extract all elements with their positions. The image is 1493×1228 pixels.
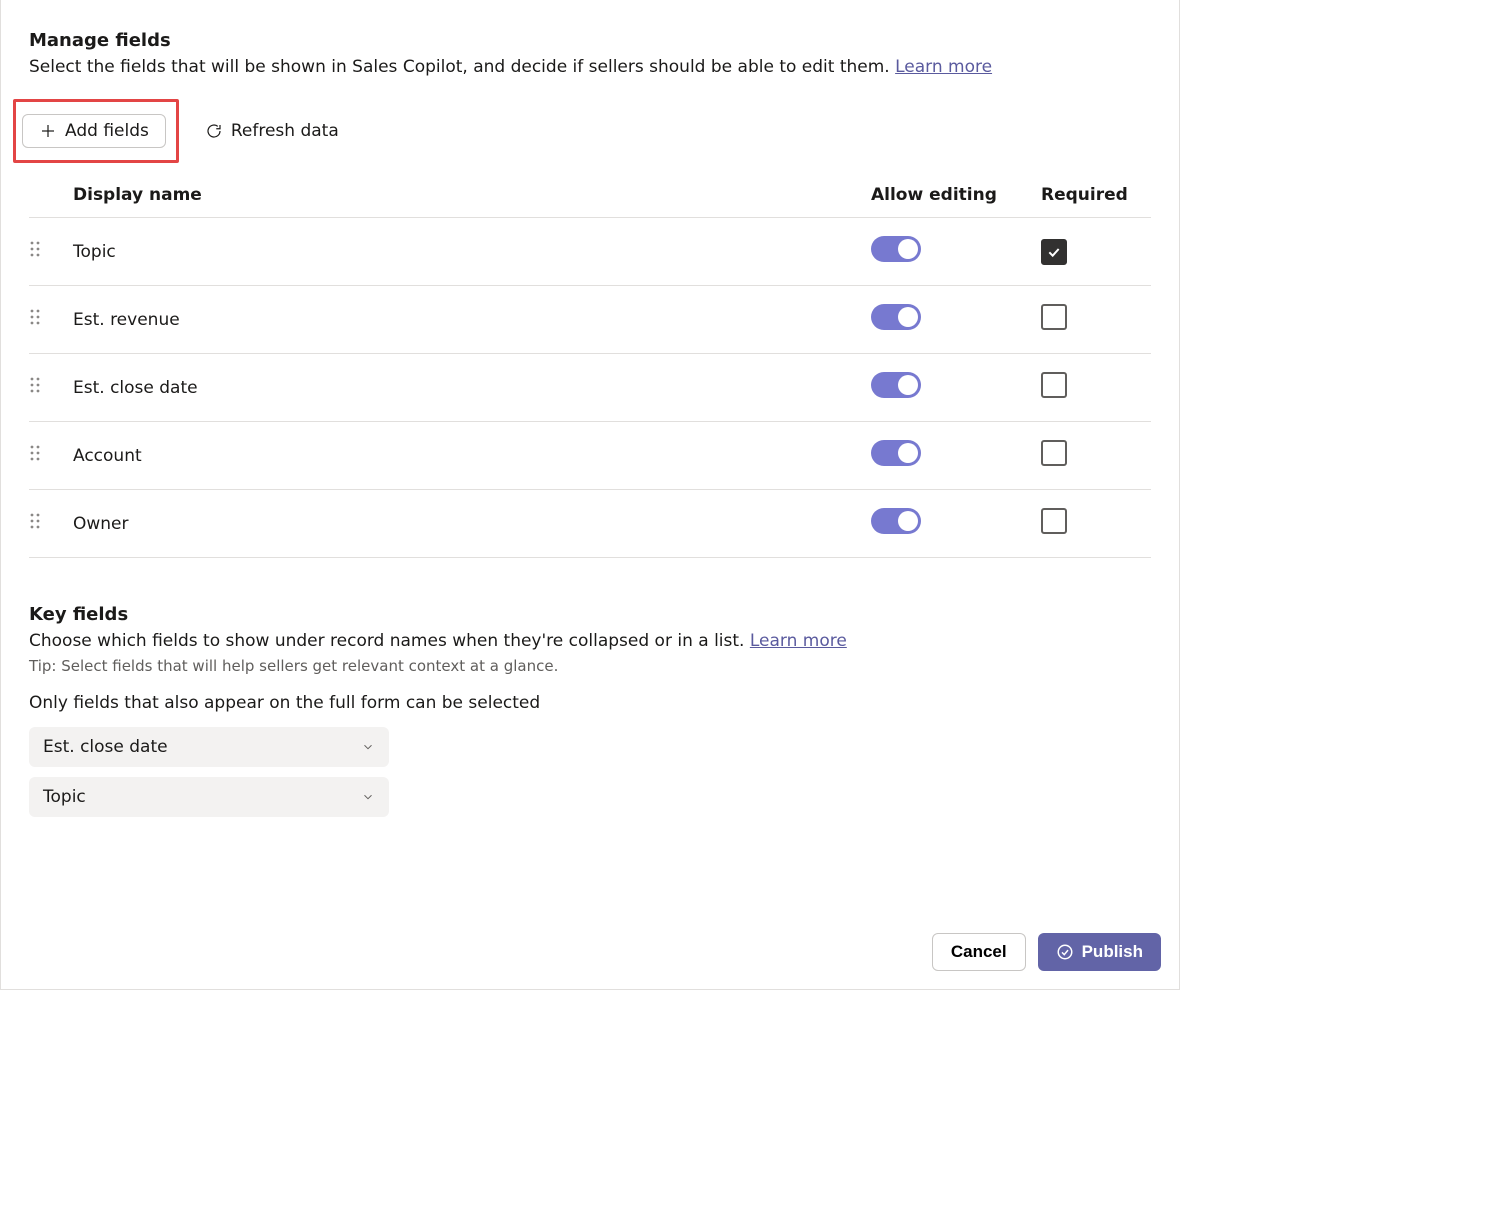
drag-handle-icon[interactable] xyxy=(29,239,41,259)
key-fields-note: Only fields that also appear on the full… xyxy=(29,693,1151,713)
key-field-select-value: Topic xyxy=(43,787,86,807)
manage-fields-panel: Manage fields Select the fields that wil… xyxy=(0,0,1180,990)
add-fields-highlight: Add fields xyxy=(13,99,179,163)
plus-icon xyxy=(39,122,57,140)
learn-more-link[interactable]: Learn more xyxy=(895,57,992,77)
field-name: Owner xyxy=(73,490,871,558)
key-fields-section: Key fields Choose which fields to show u… xyxy=(29,604,1151,817)
manage-fields-title: Manage fields xyxy=(29,30,1151,51)
field-name: Est. close date xyxy=(73,354,871,422)
col-required: Required xyxy=(1041,173,1151,218)
table-row: Est. revenue xyxy=(29,286,1151,354)
drag-handle-icon[interactable] xyxy=(29,307,41,327)
table-row: Owner xyxy=(29,490,1151,558)
footer-actions: Cancel Publish xyxy=(932,933,1161,971)
table-row: Account xyxy=(29,422,1151,490)
fields-table: Display name Allow editing Required Topi… xyxy=(29,173,1151,558)
check-circle-icon xyxy=(1056,943,1074,961)
manage-fields-desc-text: Select the fields that will be shown in … xyxy=(29,57,895,77)
drag-handle-icon[interactable] xyxy=(29,511,41,531)
required-checkbox[interactable] xyxy=(1041,372,1067,398)
drag-handle-icon[interactable] xyxy=(29,443,41,463)
required-checkbox[interactable] xyxy=(1041,508,1067,534)
toolbar: Add fields Refresh data xyxy=(29,99,1151,163)
manage-fields-description: Select the fields that will be shown in … xyxy=(29,57,1151,77)
key-fields-desc-text: Choose which fields to show under record… xyxy=(29,631,750,651)
cancel-button[interactable]: Cancel xyxy=(932,933,1026,971)
key-fields-description: Choose which fields to show under record… xyxy=(29,631,1151,651)
refresh-data-label: Refresh data xyxy=(231,121,339,141)
publish-label: Publish xyxy=(1082,942,1143,962)
key-fields-title: Key fields xyxy=(29,604,1151,625)
table-row: Est. close date xyxy=(29,354,1151,422)
key-field-select-value: Est. close date xyxy=(43,737,168,757)
allow-editing-toggle[interactable] xyxy=(871,440,921,466)
required-checkbox[interactable] xyxy=(1041,440,1067,466)
refresh-icon xyxy=(205,122,223,140)
col-allow-editing: Allow editing xyxy=(871,173,1041,218)
chevron-down-icon xyxy=(361,740,375,754)
allow-editing-toggle[interactable] xyxy=(871,236,921,262)
allow-editing-toggle[interactable] xyxy=(871,508,921,534)
field-name: Topic xyxy=(73,218,871,286)
key-fields-learn-more-link[interactable]: Learn more xyxy=(750,631,847,651)
refresh-data-button[interactable]: Refresh data xyxy=(201,115,343,147)
col-display-name: Display name xyxy=(73,173,871,218)
key-field-select[interactable]: Est. close date xyxy=(29,727,389,767)
drag-handle-icon[interactable] xyxy=(29,375,41,395)
add-fields-label: Add fields xyxy=(65,121,149,141)
key-field-select[interactable]: Topic xyxy=(29,777,389,817)
required-checkbox[interactable] xyxy=(1041,304,1067,330)
field-name: Account xyxy=(73,422,871,490)
key-fields-tip: Tip: Select fields that will help seller… xyxy=(29,657,1151,675)
add-fields-button[interactable]: Add fields xyxy=(22,114,166,148)
table-row: Topic xyxy=(29,218,1151,286)
publish-button[interactable]: Publish xyxy=(1038,933,1161,971)
chevron-down-icon xyxy=(361,790,375,804)
allow-editing-toggle[interactable] xyxy=(871,372,921,398)
required-checkbox[interactable] xyxy=(1041,239,1067,265)
allow-editing-toggle[interactable] xyxy=(871,304,921,330)
field-name: Est. revenue xyxy=(73,286,871,354)
